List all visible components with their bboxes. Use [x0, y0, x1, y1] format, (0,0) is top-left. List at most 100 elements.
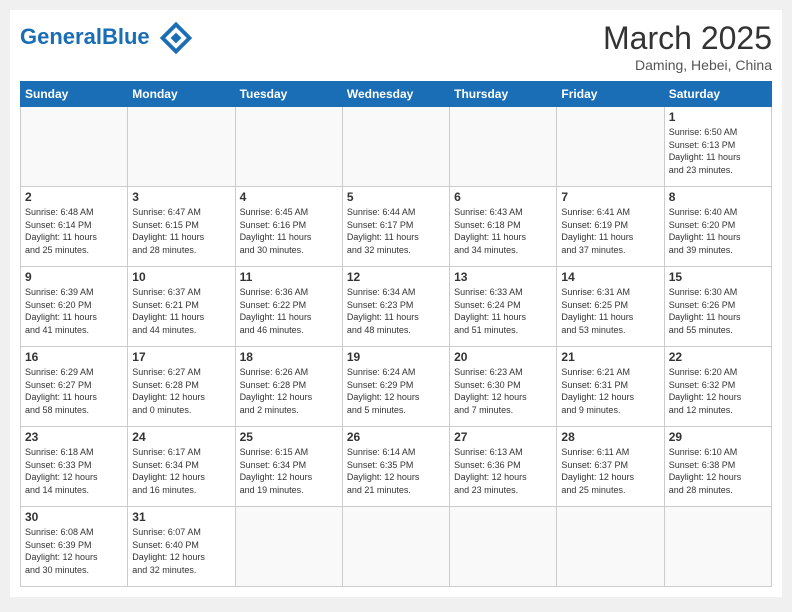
header-wednesday: Wednesday — [342, 82, 449, 107]
day-cell — [235, 107, 342, 187]
day-number: 26 — [347, 430, 445, 444]
day-number: 20 — [454, 350, 552, 364]
calendar-header: GeneralBlue March 2025 Daming, Hebei, Ch… — [20, 20, 772, 73]
day-cell: 21 Sunrise: 6:21 AM Sunset: 6:31 PM Dayli… — [557, 347, 664, 427]
day-number: 25 — [240, 430, 338, 444]
day-cell: 23Sunrise: 6:18 AM Sunset: 6:33 PM Dayli… — [21, 427, 128, 507]
day-cell: 30 Sunrise: 6:08 AM Sunset: 6:39 PM Dayli… — [21, 507, 128, 587]
week-row-3: 9 Sunrise: 6:39 AM Sunset: 6:20 PM Daylig… — [21, 267, 772, 347]
day-info: Sunrise: 6:20 AM Sunset: 6:32 PM Dayligh… — [669, 366, 767, 416]
day-number: 18 — [240, 350, 338, 364]
day-cell — [664, 507, 771, 587]
day-info: Sunrise: 6:17 AM Sunset: 6:34 PM Dayligh… — [132, 446, 230, 496]
day-number: 24 — [132, 430, 230, 444]
day-cell — [557, 107, 664, 187]
day-cell: 26 Sunrise: 6:14 AM Sunset: 6:35 PM Dayli… — [342, 427, 449, 507]
day-cell: 3Sunrise: 6:47 AM Sunset: 6:15 PM Daylig… — [128, 187, 235, 267]
day-number: 21 — [561, 350, 659, 364]
day-cell: 16 Sunrise: 6:29 AM Sunset: 6:27 PM Dayli… — [21, 347, 128, 427]
day-cell: 1Sunrise: 6:50 AM Sunset: 6:13 PM Daylig… — [664, 107, 771, 187]
day-info: Sunrise: 6:08 AM Sunset: 6:39 PM Dayligh… — [25, 526, 123, 576]
day-cell: 31 Sunrise: 6:07 AM Sunset: 6:40 PM Dayli… — [128, 507, 235, 587]
day-info: Sunrise: 6:21 AM Sunset: 6:31 PM Dayligh… — [561, 366, 659, 416]
day-cell: 5Sunrise: 6:44 AM Sunset: 6:17 PM Daylig… — [342, 187, 449, 267]
day-info: Sunrise: 6:36 AM Sunset: 6:22 PM Dayligh… — [240, 286, 338, 336]
day-info: Sunrise: 6:31 AM Sunset: 6:25 PM Dayligh… — [561, 286, 659, 336]
week-row-6: 30 Sunrise: 6:08 AM Sunset: 6:39 PM Dayli… — [21, 507, 772, 587]
day-cell: 9 Sunrise: 6:39 AM Sunset: 6:20 PM Daylig… — [21, 267, 128, 347]
day-number: 13 — [454, 270, 552, 284]
title-block: March 2025 Daming, Hebei, China — [603, 20, 772, 73]
day-cell: 6 Sunrise: 6:43 AM Sunset: 6:18 PM Daylig… — [450, 187, 557, 267]
day-cell: 14 Sunrise: 6:31 AM Sunset: 6:25 PM Dayli… — [557, 267, 664, 347]
day-info: Sunrise: 6:43 AM Sunset: 6:18 PM Dayligh… — [454, 206, 552, 256]
logo: GeneralBlue — [20, 20, 194, 56]
day-cell — [128, 107, 235, 187]
day-cell: 24 Sunrise: 6:17 AM Sunset: 6:34 PM Dayli… — [128, 427, 235, 507]
day-info: Sunrise: 6:18 AM Sunset: 6:33 PM Dayligh… — [25, 446, 123, 496]
day-number: 14 — [561, 270, 659, 284]
day-info: Sunrise: 6:40 AM Sunset: 6:20 PM Dayligh… — [669, 206, 767, 256]
day-info: Sunrise: 6:29 AM Sunset: 6:27 PM Dayligh… — [25, 366, 123, 416]
day-info: Sunrise: 6:26 AM Sunset: 6:28 PM Dayligh… — [240, 366, 338, 416]
day-number: 12 — [347, 270, 445, 284]
day-info: Sunrise: 6:34 AM Sunset: 6:23 PM Dayligh… — [347, 286, 445, 336]
day-number: 27 — [454, 430, 552, 444]
day-cell: 7Sunrise: 6:41 AM Sunset: 6:19 PM Daylig… — [557, 187, 664, 267]
week-row-2: 2Sunrise: 6:48 AM Sunset: 6:14 PM Daylig… — [21, 187, 772, 267]
day-number: 30 — [25, 510, 123, 524]
calendar-table: Sunday Monday Tuesday Wednesday Thursday… — [20, 81, 772, 587]
day-cell: 25Sunrise: 6:15 AM Sunset: 6:34 PM Dayli… — [235, 427, 342, 507]
day-info: Sunrise: 6:47 AM Sunset: 6:15 PM Dayligh… — [132, 206, 230, 256]
day-number: 22 — [669, 350, 767, 364]
day-number: 19 — [347, 350, 445, 364]
day-number: 10 — [132, 270, 230, 284]
day-info: Sunrise: 6:44 AM Sunset: 6:17 PM Dayligh… — [347, 206, 445, 256]
day-cell: 20 Sunrise: 6:23 AM Sunset: 6:30 PM Dayli… — [450, 347, 557, 427]
day-number: 29 — [669, 430, 767, 444]
day-number: 6 — [454, 190, 552, 204]
day-number: 8 — [669, 190, 767, 204]
logo-general: General — [20, 24, 102, 49]
day-cell: 27Sunrise: 6:13 AM Sunset: 6:36 PM Dayli… — [450, 427, 557, 507]
day-info: Sunrise: 6:11 AM Sunset: 6:37 PM Dayligh… — [561, 446, 659, 496]
week-row-4: 16 Sunrise: 6:29 AM Sunset: 6:27 PM Dayli… — [21, 347, 772, 427]
day-number: 16 — [25, 350, 123, 364]
header-friday: Friday — [557, 82, 664, 107]
day-info: Sunrise: 6:30 AM Sunset: 6:26 PM Dayligh… — [669, 286, 767, 336]
day-cell: 15Sunrise: 6:30 AM Sunset: 6:26 PM Dayli… — [664, 267, 771, 347]
week-row-5: 23Sunrise: 6:18 AM Sunset: 6:33 PM Dayli… — [21, 427, 772, 507]
header-saturday: Saturday — [664, 82, 771, 107]
day-info: Sunrise: 6:14 AM Sunset: 6:35 PM Dayligh… — [347, 446, 445, 496]
day-cell — [235, 507, 342, 587]
header-thursday: Thursday — [450, 82, 557, 107]
day-info: Sunrise: 6:10 AM Sunset: 6:38 PM Dayligh… — [669, 446, 767, 496]
location: Daming, Hebei, China — [603, 57, 772, 73]
day-cell: 8 Sunrise: 6:40 AM Sunset: 6:20 PM Daylig… — [664, 187, 771, 267]
weekday-header-row: Sunday Monday Tuesday Wednesday Thursday… — [21, 82, 772, 107]
header-sunday: Sunday — [21, 82, 128, 107]
month-title: March 2025 — [603, 20, 772, 57]
day-cell — [342, 507, 449, 587]
day-info: Sunrise: 6:27 AM Sunset: 6:28 PM Dayligh… — [132, 366, 230, 416]
day-cell — [342, 107, 449, 187]
day-cell: 2Sunrise: 6:48 AM Sunset: 6:14 PM Daylig… — [21, 187, 128, 267]
day-cell: 12 Sunrise: 6:34 AM Sunset: 6:23 PM Dayli… — [342, 267, 449, 347]
day-info: Sunrise: 6:23 AM Sunset: 6:30 PM Dayligh… — [454, 366, 552, 416]
day-info: Sunrise: 6:50 AM Sunset: 6:13 PM Dayligh… — [669, 126, 767, 176]
day-info: Sunrise: 6:33 AM Sunset: 6:24 PM Dayligh… — [454, 286, 552, 336]
day-info: Sunrise: 6:07 AM Sunset: 6:40 PM Dayligh… — [132, 526, 230, 576]
day-cell: 10Sunrise: 6:37 AM Sunset: 6:21 PM Dayli… — [128, 267, 235, 347]
day-number: 9 — [25, 270, 123, 284]
day-cell: 17Sunrise: 6:27 AM Sunset: 6:28 PM Dayli… — [128, 347, 235, 427]
day-info: Sunrise: 6:48 AM Sunset: 6:14 PM Dayligh… — [25, 206, 123, 256]
day-number: 31 — [132, 510, 230, 524]
day-info: Sunrise: 6:41 AM Sunset: 6:19 PM Dayligh… — [561, 206, 659, 256]
day-cell — [450, 107, 557, 187]
day-cell: 29 Sunrise: 6:10 AM Sunset: 6:38 PM Dayli… — [664, 427, 771, 507]
day-cell: 4Sunrise: 6:45 AM Sunset: 6:16 PM Daylig… — [235, 187, 342, 267]
day-cell: 19Sunrise: 6:24 AM Sunset: 6:29 PM Dayli… — [342, 347, 449, 427]
week-row-1: 1Sunrise: 6:50 AM Sunset: 6:13 PM Daylig… — [21, 107, 772, 187]
logo-icon — [158, 20, 194, 56]
day-info: Sunrise: 6:39 AM Sunset: 6:20 PM Dayligh… — [25, 286, 123, 336]
